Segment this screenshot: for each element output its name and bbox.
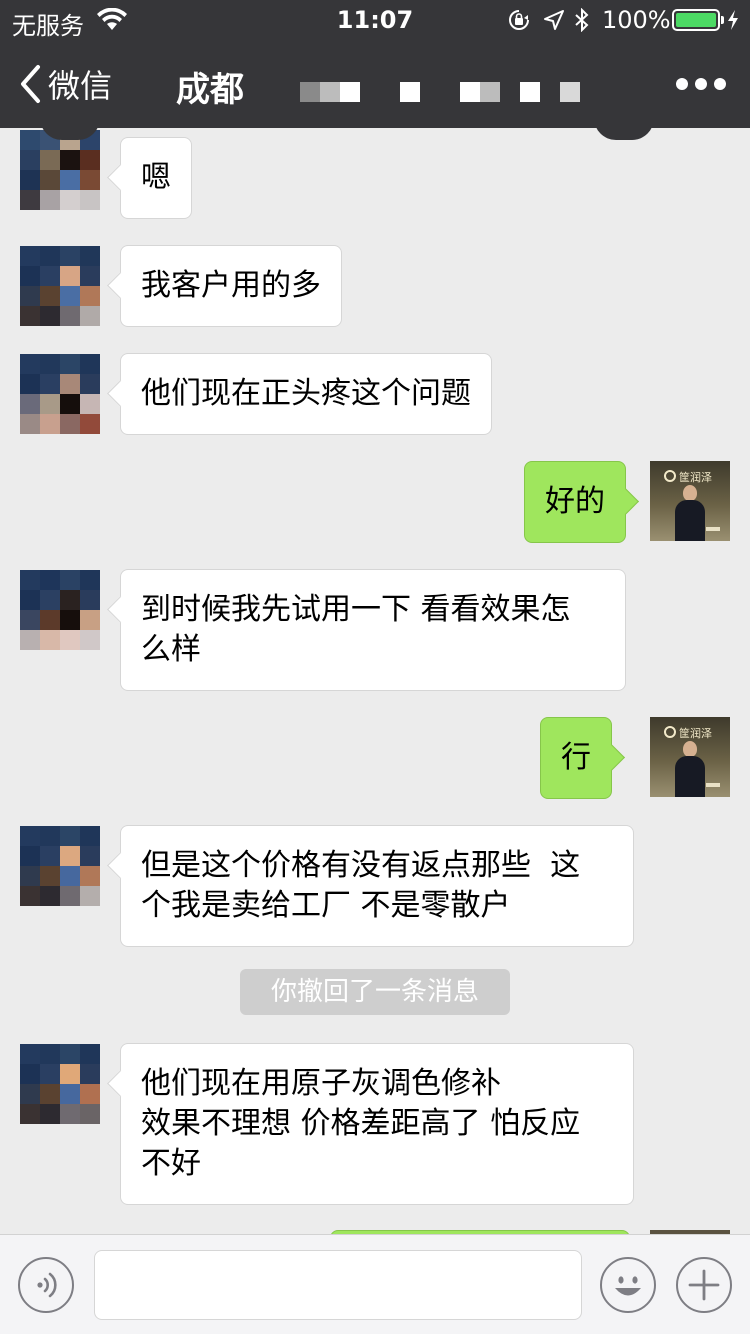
charging-icon	[728, 10, 738, 30]
location-icon	[544, 10, 564, 30]
message-bubble-outgoing[interactable]: 行	[540, 717, 612, 799]
message-text: 但是这个价格有没有返点那些 这 个我是卖给工厂 不是零散户	[141, 846, 613, 926]
top-bar: 无服务 11:07 100% 微信 成都	[0, 0, 750, 128]
battery-icon	[672, 9, 724, 31]
bluetooth-icon	[575, 8, 589, 32]
message-line: 到时候我先试用一下 看看效果怎	[141, 592, 571, 627]
status-bar: 无服务 11:07 100%	[0, 0, 750, 40]
contact-avatar[interactable]	[20, 130, 100, 210]
chevron-left-icon	[21, 65, 40, 103]
message-bubble-incoming[interactable]: 嗯	[120, 137, 192, 219]
voice-button[interactable]	[18, 1257, 74, 1313]
message-text: 行	[561, 740, 591, 775]
message-bubble-incoming[interactable]: 到时候我先试用一下 看看效果怎 么样	[120, 569, 626, 691]
contact-avatar[interactable]	[20, 246, 100, 326]
message-line: 不好	[141, 1146, 201, 1181]
back-label: 微信	[48, 67, 113, 105]
contact-avatar[interactable]	[20, 570, 100, 650]
voice-icon	[37, 1272, 57, 1298]
my-avatar[interactable]: 筐润泽	[650, 461, 730, 541]
avatar-logo: 筐润泽	[664, 725, 712, 741]
message-text: 到时候我先试用一下 看看效果怎 么样	[141, 590, 605, 670]
message-line: 么样	[141, 632, 201, 667]
message-bubble-incoming[interactable]: 但是这个价格有没有返点那些 这 个我是卖给工厂 不是零散户	[120, 825, 634, 947]
chat-area[interactable]: 嗯 我客户用的多 他们现在正头疼这个问题 好的 筐润泽 到时候我先试用一下 看看…	[0, 128, 750, 1234]
message-text: 好的	[545, 484, 605, 519]
message-line: 他们现在用原子灰调色修补	[141, 1066, 501, 1101]
message-bubble-incoming[interactable]: 我客户用的多	[120, 245, 342, 327]
message-text: 他们现在用原子灰调色修补 效果不理想 价格差距高了 怕反应 不好	[141, 1064, 613, 1184]
recalled-message-notice: 你撤回了一条消息	[240, 969, 510, 1015]
message-line: 但是这个价格有没有返点那些 这	[141, 848, 581, 883]
input-bar	[0, 1234, 750, 1334]
my-avatar[interactable]: 筐润泽	[650, 717, 730, 797]
avatar-logo: 筐润泽	[664, 469, 712, 485]
contact-avatar[interactable]	[20, 826, 100, 906]
more-dots-icon[interactable]	[676, 78, 726, 92]
message-bubble-incoming[interactable]: 他们现在用原子灰调色修补 效果不理想 价格差距高了 怕反应 不好	[120, 1043, 634, 1205]
message-text: 嗯	[141, 160, 171, 195]
emoji-button[interactable]	[600, 1257, 656, 1313]
message-bubble-outgoing[interactable]: 好的	[524, 461, 626, 543]
orientation-lock-icon	[509, 10, 529, 30]
message-bubble-incoming[interactable]: 他们现在正头疼这个问题	[120, 353, 492, 435]
message-line: 个我是卖给工厂 不是零散户	[141, 888, 511, 923]
message-line: 效果不理想 价格差距高了 怕反应	[141, 1106, 581, 1141]
back-button[interactable]: 微信	[18, 62, 112, 106]
nav-bar: 微信 成都	[0, 40, 750, 128]
battery-percent: 100%	[602, 6, 671, 34]
plus-button[interactable]	[676, 1257, 732, 1313]
message-input[interactable]	[94, 1250, 582, 1320]
contact-avatar[interactable]	[20, 354, 100, 434]
plus-icon	[688, 1269, 720, 1301]
chat-title: 成都	[176, 70, 244, 110]
message-text: 他们现在正头疼这个问题	[141, 376, 471, 411]
emoji-icon	[615, 1276, 641, 1296]
message-text: 我客户用的多	[141, 268, 321, 303]
contact-avatar[interactable]	[20, 1044, 100, 1124]
